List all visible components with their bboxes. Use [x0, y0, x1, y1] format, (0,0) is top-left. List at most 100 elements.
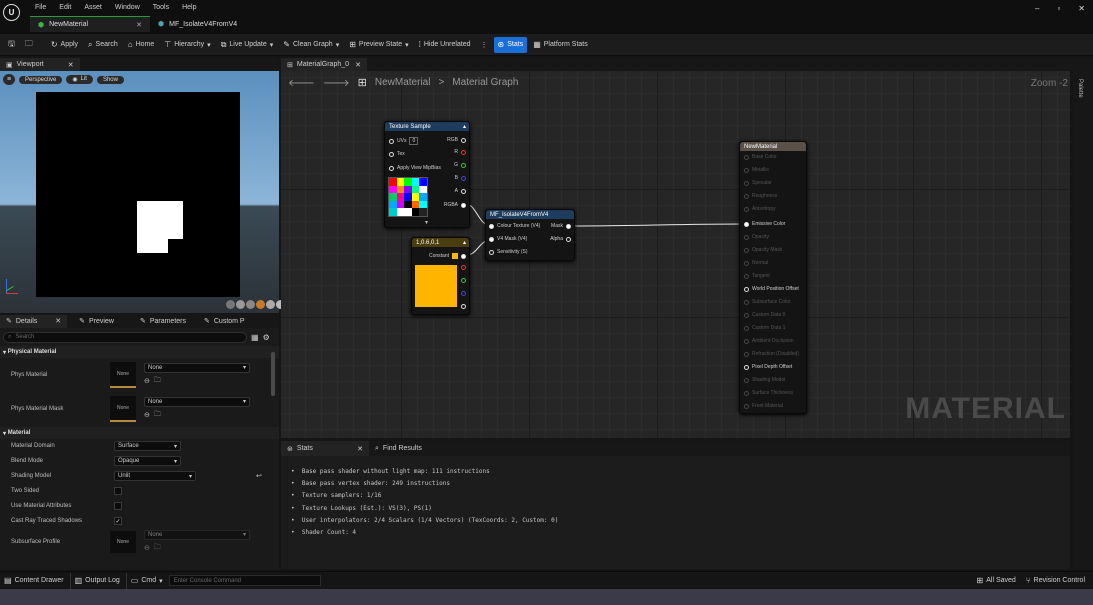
texture-sample-node[interactable]: Texture Sample ▴ UVs 0 Tex Apply View MipB…	[384, 121, 470, 228]
browse-asset-icon[interactable]: 🗀	[154, 376, 161, 387]
section-physical-material[interactable]: ▾ Physical Material	[0, 346, 279, 358]
collapse-icon[interactable]: ▴	[463, 123, 466, 130]
stats-button[interactable]: ⊛ Stats	[493, 36, 528, 53]
b-pin[interactable]	[461, 175, 466, 181]
uvs-pin[interactable]	[389, 138, 394, 144]
opacity-pin[interactable]	[744, 234, 749, 240]
front-material-pin[interactable]	[744, 403, 749, 409]
cylinder-preview-icon[interactable]	[226, 300, 235, 309]
palette-sidebar[interactable]: Palette	[1073, 71, 1093, 569]
revision-control-button[interactable]: ⑂ Revision Control	[1022, 573, 1089, 589]
refraction-pin[interactable]	[744, 351, 749, 357]
r-pin[interactable]	[461, 149, 466, 155]
all-saved-button[interactable]: ⊞ All Saved	[973, 573, 1020, 589]
g-pin[interactable]	[461, 162, 466, 168]
tab-details[interactable]: ✎ Details ✕	[0, 314, 68, 328]
menu-help[interactable]: Help	[182, 4, 196, 11]
a-pin[interactable]	[461, 188, 466, 194]
anisotropy-pin[interactable]	[744, 206, 749, 212]
hide-unrelated-button[interactable]: ⁞ Hide Unrelated	[415, 37, 475, 53]
r-pin[interactable]	[461, 265, 466, 270]
constant-node[interactable]: 1,0.6,0,1 ▴ Constant	[411, 237, 470, 315]
menu-tools[interactable]: Tools	[153, 4, 169, 11]
emissive-color-pin[interactable]	[744, 221, 749, 227]
minimize-button[interactable]: –	[1035, 4, 1039, 13]
close-tab-icon[interactable]: ✕	[68, 61, 74, 69]
v4-mask-pin[interactable]	[489, 236, 494, 242]
lit-button[interactable]: ◉ Lit	[66, 75, 93, 84]
save-button[interactable]: 🖫	[4, 37, 19, 53]
hamburger-menu-icon[interactable]: ≡	[3, 74, 15, 85]
ambient-occlusion-pin[interactable]	[744, 338, 749, 344]
settings-gear-icon[interactable]: ⚙	[263, 333, 270, 342]
use-selected-icon[interactable]: ⊖	[144, 544, 150, 552]
section-material[interactable]: ▾ Material	[0, 427, 279, 439]
viewport-scene[interactable]: ≡ Perspective ◉ Lit Show	[0, 71, 285, 313]
use-selected-icon[interactable]: ⊖	[144, 377, 150, 385]
mask-output-pin[interactable]	[566, 223, 571, 229]
console-command-input[interactable]: Enter Console Command	[168, 575, 321, 586]
material-result-node[interactable]: NewMaterial Base Color Metallic Specular…	[739, 141, 807, 414]
close-window-button[interactable]: ✕	[1078, 4, 1085, 13]
g-pin[interactable]	[461, 278, 466, 283]
a-pin[interactable]	[461, 304, 466, 309]
surface-thickness-pin[interactable]	[744, 390, 749, 396]
content-drawer-button[interactable]: ▤ Content Drawer	[0, 573, 68, 589]
rgba-pin[interactable]	[461, 202, 466, 208]
close-tab-icon[interactable]: ✕	[55, 317, 61, 325]
sphere-preview-icon[interactable]	[236, 300, 245, 309]
platform-stats-button[interactable]: ▦ Platform Stats	[529, 37, 592, 53]
tab-find-results[interactable]: ⌕ Find Results	[369, 441, 428, 456]
tab-parameters[interactable]: ✎ Parameters	[134, 315, 192, 328]
plane-preview-icon[interactable]	[246, 300, 255, 309]
tab-newmaterial[interactable]: ⬢ NewMaterial ✕	[30, 16, 150, 32]
cast-ray-traced-shadows-checkbox[interactable]: ✓	[114, 517, 122, 525]
world-position-offset-pin[interactable]	[744, 286, 749, 292]
two-sided-checkbox[interactable]	[114, 487, 122, 495]
cmd-dropdown[interactable]: ▭ Cmd ▾	[125, 572, 167, 589]
tab-stats[interactable]: ⊛ Stats ✕	[281, 441, 369, 456]
tangent-pin[interactable]	[744, 273, 749, 279]
custom-data-0-pin[interactable]	[744, 312, 749, 318]
cube-preview-icon[interactable]	[256, 300, 265, 309]
reset-to-default-icon[interactable]: ↩	[256, 472, 262, 480]
table-view-icon[interactable]: ▦	[251, 333, 259, 342]
specular-pin[interactable]	[744, 180, 749, 186]
colour-texture-pin[interactable]	[489, 223, 494, 229]
blend-mode-dropdown[interactable]: Opaque ▾	[114, 456, 181, 466]
alpha-output-pin[interactable]	[566, 236, 571, 242]
close-tab-icon[interactable]: ✕	[357, 445, 363, 453]
show-button[interactable]: Show	[96, 75, 124, 84]
details-scrollbar[interactable]	[271, 352, 275, 396]
unreal-logo-icon[interactable]: U	[3, 4, 20, 21]
rgb-pin[interactable]	[461, 137, 466, 143]
preview-state-button[interactable]: ⊞ Preview State ▾	[345, 37, 412, 53]
tab-viewport[interactable]: ▣ Viewport ✕	[0, 58, 80, 71]
perspective-button[interactable]: Perspective	[19, 75, 63, 84]
apply-button[interactable]: ↻ Apply	[47, 37, 82, 53]
hierarchy-button[interactable]: ⊤ Hierarchy ▾	[160, 37, 214, 53]
browse-asset-icon[interactable]: 🗀	[154, 543, 161, 554]
clean-graph-button[interactable]: ✎ Clean Graph ▾	[279, 37, 343, 53]
menu-asset[interactable]: Asset	[84, 4, 102, 11]
custom-data-1-pin[interactable]	[744, 325, 749, 331]
tab-material-graph[interactable]: ⊞ MaterialGraph_0 ✕	[281, 58, 367, 71]
details-search-input[interactable]: ⌕ Search	[3, 331, 247, 343]
expand-chevron-icon[interactable]: ▾	[425, 219, 428, 226]
close-tab-icon[interactable]: ✕	[355, 61, 361, 69]
base-color-pin[interactable]	[744, 154, 749, 160]
subsurface-color-pin[interactable]	[744, 299, 749, 305]
subsurface-profile-dropdown[interactable]: None ▾	[144, 529, 250, 540]
metallic-pin[interactable]	[744, 167, 749, 173]
apply-mip-pin[interactable]	[389, 165, 394, 171]
normal-pin[interactable]	[744, 260, 749, 266]
custom-mesh-preview-icon[interactable]	[266, 300, 275, 309]
roughness-pin[interactable]	[744, 193, 749, 199]
live-update-button[interactable]: ⧉ Live Update ▾	[217, 37, 278, 53]
asset-thumbnail[interactable]: None	[110, 395, 136, 422]
phys-material-mask-dropdown[interactable]: None ▾	[144, 396, 250, 407]
home-button[interactable]: ⌂ Home	[124, 37, 159, 53]
collapse-icon[interactable]: ▴	[463, 239, 466, 246]
tex-pin[interactable]	[389, 151, 394, 157]
material-domain-dropdown[interactable]: Surface ▾	[114, 441, 181, 451]
